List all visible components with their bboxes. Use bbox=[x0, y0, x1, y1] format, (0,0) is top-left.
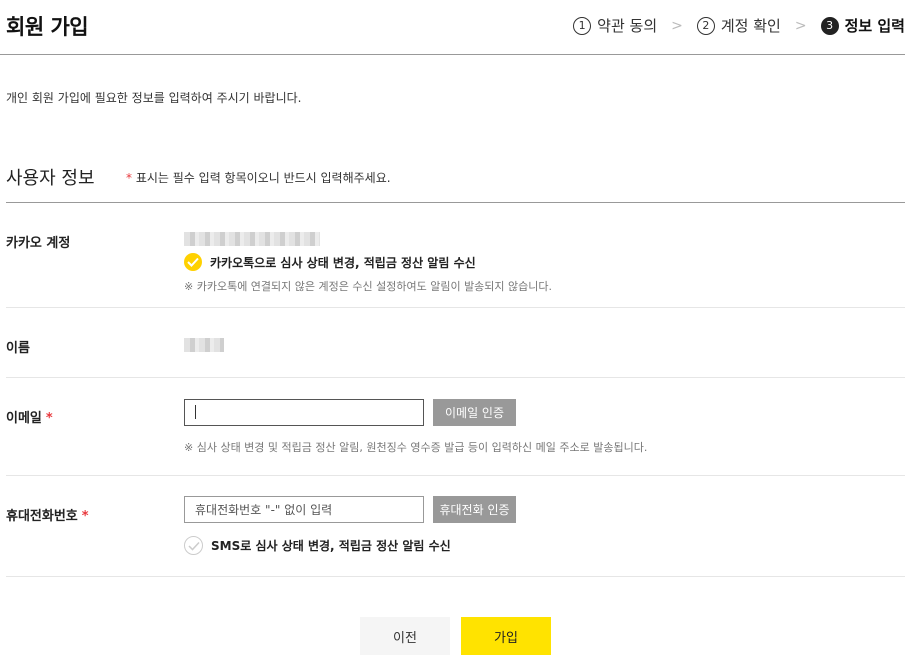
sms-consent-checkbox[interactable]: SMS로 심사 상태 변경, 적립금 정산 알림 수신 bbox=[184, 536, 451, 555]
email-verify-button[interactable]: 이메일 인증 bbox=[433, 399, 516, 426]
required-star: * bbox=[81, 509, 89, 524]
intro-text: 개인 회원 가입에 필요한 정보를 입력하여 주시기 바랍니다. bbox=[6, 91, 302, 105]
kakao-consent-label: 카카오톡으로 심사 상태 변경, 적립금 정산 알림 수신 bbox=[210, 255, 476, 270]
name-label: 이름 bbox=[6, 341, 30, 356]
email-label: 이메일 * bbox=[6, 407, 53, 426]
kakao-account-label: 카카오 계정 bbox=[6, 236, 71, 251]
step-number: 2 bbox=[696, 16, 715, 35]
step-info: 3 정보 입력 bbox=[820, 15, 905, 36]
step-label: 정보 입력 bbox=[844, 17, 905, 35]
step-account: 2 계정 확인 bbox=[696, 15, 781, 36]
text-caret bbox=[195, 405, 196, 419]
step-label: 약관 동의 bbox=[597, 17, 658, 35]
kakao-account-row: 카카오 계정 카카오톡으로 심사 상태 변경, 적립금 정산 알림 수신 ※ 카… bbox=[6, 203, 905, 308]
kakao-note: ※ 카카오톡에 연결되지 않은 계정은 수신 설정하여도 알림이 발송되지 않습… bbox=[184, 280, 553, 293]
email-note: ※ 심사 상태 변경 및 적립금 정산 알림, 원천징수 영수증 발급 등이 입… bbox=[184, 441, 648, 454]
phone-label-text: 휴대전화번호 bbox=[6, 509, 78, 524]
step-indicator: 1 약관 동의 > 2 계정 확인 > 3 정보 입력 bbox=[573, 15, 905, 36]
step-number: 3 bbox=[820, 16, 839, 35]
phone-label: 휴대전화번호 * bbox=[6, 505, 89, 524]
kakao-consent-checkbox[interactable]: 카카오톡으로 심사 상태 변경, 적립금 정산 알림 수신 bbox=[184, 253, 476, 271]
email-label-text: 이메일 bbox=[6, 411, 42, 426]
kakao-account-value-redacted bbox=[184, 232, 320, 246]
email-input[interactable] bbox=[184, 399, 424, 426]
chevron-right-icon: > bbox=[794, 17, 807, 34]
required-note-text: 표시는 필수 입력 항목이오니 반드시 입력해주세요. bbox=[135, 171, 391, 185]
name-row: 이름 bbox=[6, 308, 905, 378]
check-icon bbox=[184, 253, 202, 271]
check-icon bbox=[184, 536, 203, 555]
page-header: 회원 가입 1 약관 동의 > 2 계정 확인 > 3 정보 입력 bbox=[0, 0, 905, 55]
phone-row: 휴대전화번호* 휴대전화 인증 SMS로 심사 상태 변경, 적립금 정산 알림… bbox=[6, 476, 905, 577]
required-star: * bbox=[45, 411, 53, 426]
step-number: 1 bbox=[573, 16, 592, 35]
step-terms: 1 약관 동의 bbox=[573, 15, 657, 36]
step-label: 계정 확인 bbox=[720, 17, 781, 35]
join-button[interactable]: 가입 bbox=[461, 617, 551, 655]
sms-consent-label: SMS로 심사 상태 변경, 적립금 정산 알림 수신 bbox=[211, 539, 451, 553]
phone-input[interactable] bbox=[184, 496, 424, 523]
email-row: 이메일 * 이메일 인증 ※ 심사 상태 변경 및 적립금 정산 알림, 원천징수… bbox=[6, 378, 905, 476]
required-note: * 표시는 필수 입력 항목이오니 반드시 입력해주세요. bbox=[126, 169, 391, 186]
name-value-redacted bbox=[184, 338, 224, 352]
required-star: * bbox=[126, 171, 132, 185]
prev-button[interactable]: 이전 bbox=[360, 617, 450, 655]
phone-verify-button[interactable]: 휴대전화 인증 bbox=[433, 496, 516, 523]
chevron-right-icon: > bbox=[671, 17, 683, 34]
page-title: 회원 가입 bbox=[6, 15, 89, 39]
section-title: 사용자 정보 bbox=[6, 168, 95, 189]
